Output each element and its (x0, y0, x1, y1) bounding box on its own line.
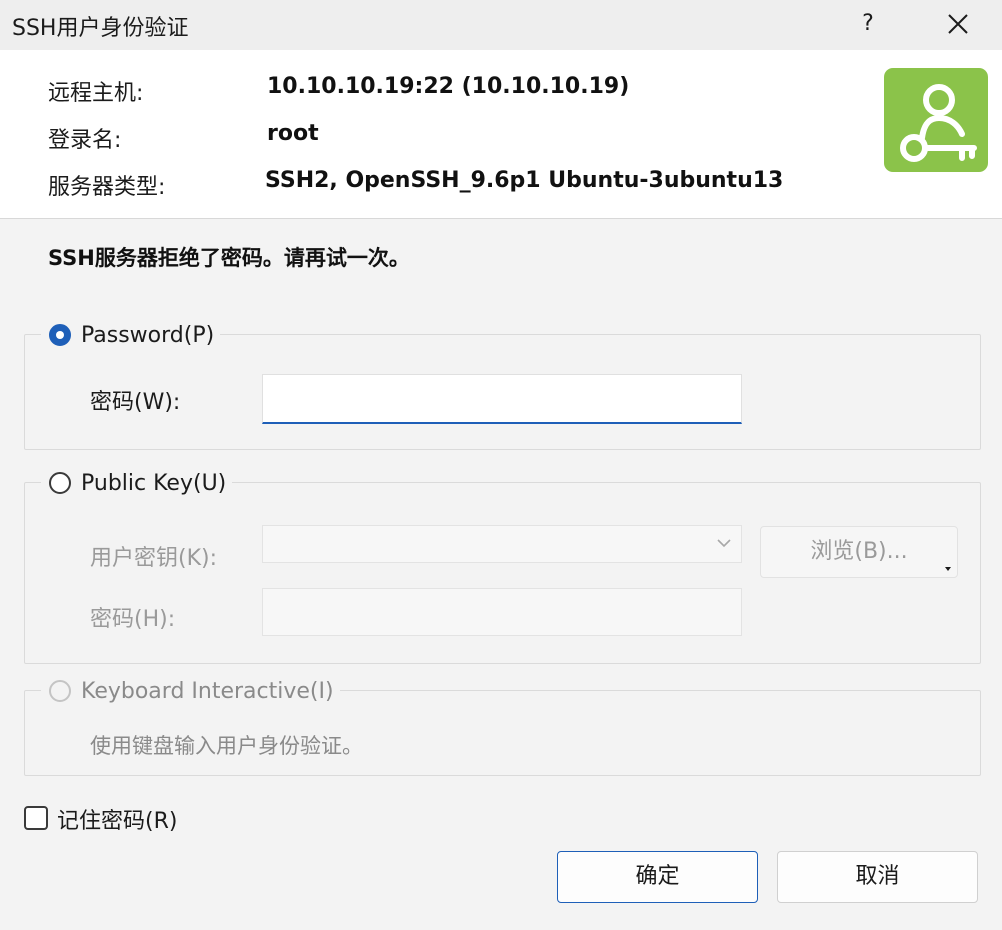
passphrase-input[interactable] (262, 588, 742, 636)
user-key-select[interactable] (262, 525, 742, 563)
dropdown-arrow-icon (945, 567, 951, 571)
help-button[interactable]: ? (848, 6, 888, 42)
host-label: 远程主机: (48, 81, 144, 106)
user-key-icon (884, 68, 988, 172)
window-title: SSH用户身份验证 (12, 16, 189, 41)
public-key-option[interactable]: Public Key(U) (41, 463, 233, 503)
ok-button[interactable]: 确定 (557, 851, 758, 903)
password-input[interactable] (262, 374, 742, 424)
browse-button[interactable]: 浏览(B)... (760, 526, 958, 578)
server-type-value: SSH2, OpenSSH_9.6p1 Ubuntu-3ubuntu13 (265, 168, 784, 193)
login-value: root (267, 121, 319, 146)
server-type-label: 服务器类型: (48, 175, 166, 200)
keyboard-interactive-description: 使用键盘输入用户身份验证。 (90, 734, 363, 758)
connection-info-panel: 远程主机: 10.10.10.19:22 (10.10.10.19) 登录名: … (0, 50, 1002, 219)
ssh-auth-dialog: SSH用户身份验证 ? 远程主机: 10.10.10.19:22 (10.10.… (0, 0, 1002, 930)
close-button[interactable] (932, 4, 984, 44)
passphrase-label: 密码(H): (90, 607, 176, 632)
cancel-button[interactable]: 取消 (777, 851, 978, 903)
login-label: 登录名: (48, 128, 122, 153)
public-key-option-label: Public Key(U) (81, 470, 227, 496)
password-option[interactable]: Password(P) (41, 315, 221, 355)
keyboard-interactive-option[interactable]: Keyboard Interactive(I) (41, 671, 340, 711)
remember-password-checkbox[interactable] (24, 806, 48, 830)
chevron-down-icon (717, 539, 731, 548)
cancel-button-label: 取消 (855, 864, 900, 889)
password-option-label: Password(P) (81, 322, 215, 348)
password-radio[interactable] (49, 324, 71, 346)
password-label: 密码(W): (90, 390, 181, 415)
title-bar: SSH用户身份验证 ? (0, 0, 1002, 50)
keyboard-interactive-radio[interactable] (49, 680, 71, 702)
keyboard-interactive-option-label: Keyboard Interactive(I) (81, 678, 334, 704)
error-message: SSH服务器拒绝了密码。请再试一次。 (48, 246, 410, 270)
ok-button-label: 确定 (635, 864, 680, 889)
user-key-label: 用户密钥(K): (90, 546, 218, 571)
remember-password-label[interactable]: 记住密码(R) (57, 803, 177, 835)
public-key-radio[interactable] (49, 472, 71, 494)
host-value: 10.10.10.19:22 (10.10.10.19) (267, 74, 630, 99)
close-icon (948, 14, 968, 34)
browse-button-label: 浏览(B)... (810, 539, 908, 564)
